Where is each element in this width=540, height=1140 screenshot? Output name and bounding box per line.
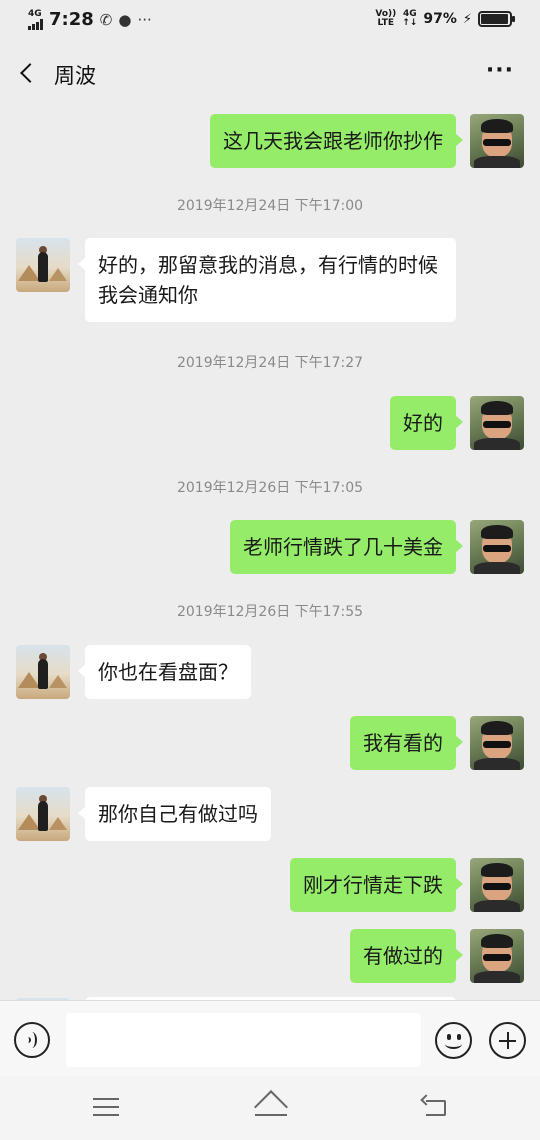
my-avatar[interactable] [470, 716, 524, 770]
timestamp: 2019年12月26日 下午17:05 [176, 480, 364, 496]
system-nav-bar [0, 1076, 540, 1140]
menu-nav-icon[interactable] [93, 1098, 119, 1118]
message-bubble-sent[interactable]: 我有看的 [350, 716, 463, 770]
signal-bars-icon [28, 18, 43, 30]
message-text: 你也在看盘面？ [98, 660, 238, 684]
voice-input-button[interactable] [14, 1022, 50, 1058]
message-bubble-received[interactable]: 好的，那留意我的消息，有行情的时候我会通知你 [78, 238, 456, 322]
message-bubble-received[interactable]: 那你自己有做过吗 [78, 787, 271, 841]
more-options-button[interactable]: ··· [486, 58, 514, 83]
message-text: 那你自己有做过吗 [98, 802, 258, 826]
message-bubble-sent[interactable]: 刚才行情走下跌 [290, 858, 463, 912]
timestamp: 2019年12月24日 下午17:27 [176, 355, 364, 371]
more-notifications-icon: ··· [137, 10, 152, 29]
message-bubble-received[interactable]: 你也在看盘面？ [78, 645, 251, 699]
clock: 7:28 [49, 9, 94, 30]
message-bubble-sent[interactable]: 老师行情跌了几十美金 [230, 520, 463, 574]
message-list[interactable]: 这几天我会跟老师你抄作 2019年12月24日 下午17:00 好的，那留意我的… [0, 108, 540, 1000]
volte-indicator: Vo)) LTE [375, 9, 397, 28]
message-text: 这几天我会跟老师你抄作 [223, 129, 443, 153]
contact-avatar[interactable] [16, 787, 70, 841]
emoji-button[interactable] [435, 1022, 472, 1059]
back-button[interactable] [18, 62, 38, 86]
my-avatar[interactable] [470, 520, 524, 574]
charging-icon: ⚡ [462, 11, 472, 27]
input-bar [0, 1000, 540, 1076]
whatsapp-icon: ✆ [99, 10, 113, 29]
message-bubble-sent[interactable]: 好的 [390, 396, 463, 450]
home-nav-icon[interactable] [253, 1090, 289, 1124]
status-bar: 4G 7:28 ✆ ● ··· Vo)) LTE 4G ↑↓ 97% ⚡ [0, 0, 540, 40]
my-avatar[interactable] [470, 396, 524, 450]
my-avatar[interactable] [470, 929, 524, 983]
my-avatar[interactable] [470, 114, 524, 168]
signal-indicator: 4G [28, 8, 43, 30]
timestamp: 2019年12月24日 下午17:00 [176, 198, 364, 214]
contact-avatar[interactable] [16, 645, 70, 699]
message-text: 好的，那留意我的消息，有行情的时候我会通知你 [98, 253, 438, 307]
message-text: 有做过的 [363, 944, 443, 968]
message-text: 刚才行情走下跌 [303, 873, 443, 897]
message-bubble-sent[interactable]: 有做过的 [350, 929, 463, 983]
back-nav-icon[interactable] [420, 1094, 448, 1118]
message-text: 我有看的 [363, 731, 443, 755]
more-actions-button[interactable] [489, 1022, 526, 1059]
chat-header: 周波 ··· [0, 40, 540, 108]
message-text: 好的 [403, 411, 443, 435]
battery-percent: 97% [423, 11, 457, 27]
my-avatar[interactable] [470, 858, 524, 912]
message-bubble-sent[interactable]: 这几天我会跟老师你抄作 [210, 114, 463, 168]
timestamp: 2019年12月26日 下午17:55 [176, 604, 364, 620]
message-input[interactable] [66, 1013, 421, 1067]
message-notification-icon: ● [118, 10, 132, 29]
message-text: 老师行情跌了几十美金 [243, 535, 443, 559]
network-type-right: 4G ↑↓ [402, 9, 418, 28]
chat-title: 周波 [54, 64, 96, 88]
battery-icon [478, 11, 515, 27]
network-type: 4G [28, 8, 42, 19]
contact-avatar[interactable] [16, 238, 70, 292]
